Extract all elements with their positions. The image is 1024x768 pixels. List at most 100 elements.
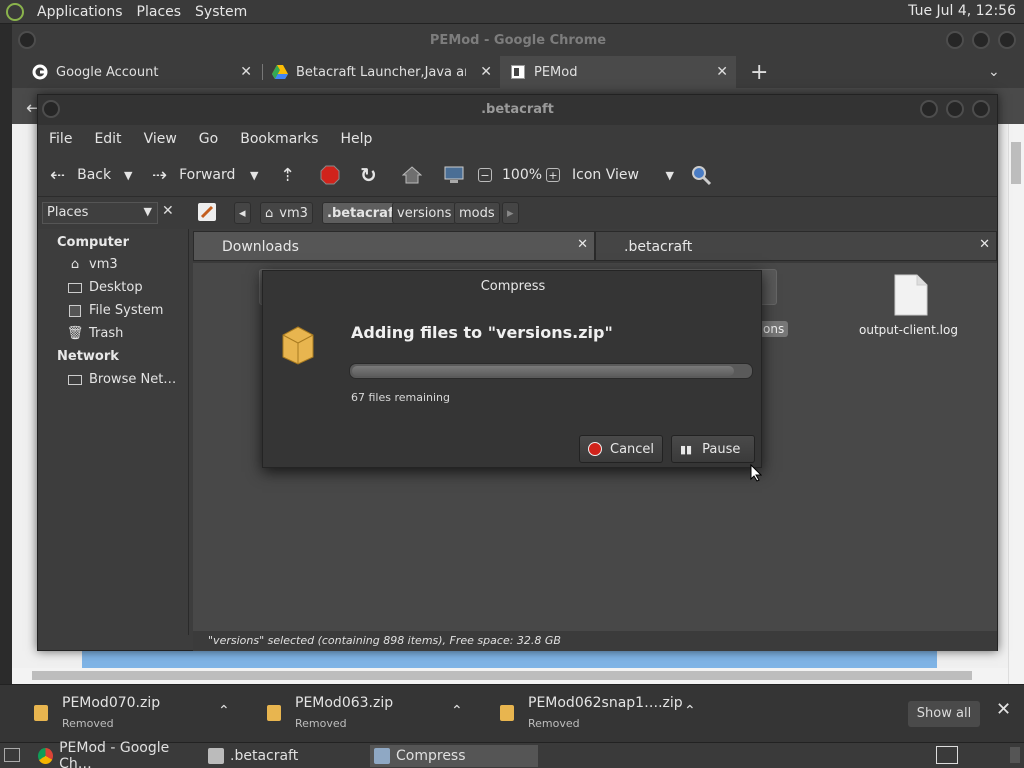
- menu-view[interactable]: View: [133, 131, 188, 147]
- location-bar: Places ▼ ✕ ◂ ⌂ vm3 .betacraft versions m…: [38, 197, 997, 229]
- forward-history-dropdown[interactable]: ▼: [250, 163, 258, 187]
- reload-icon[interactable]: ↻: [360, 163, 377, 187]
- download-item[interactable]: PEMod063.zip Removed ⌃: [233, 685, 469, 743]
- tab-betacraft-launcher[interactable]: Betacraft Launcher,Java and w ✕: [262, 56, 500, 88]
- computer-icon[interactable]: [444, 163, 464, 187]
- sidebar-item-file-system[interactable]: File System: [67, 303, 163, 318]
- sidebar-header-computer: Computer: [57, 235, 130, 250]
- download-item[interactable]: PEMod070.zip Removed ⌃: [0, 685, 236, 743]
- file-label-output-client[interactable]: output-client.log: [859, 323, 958, 337]
- close-tab-icon[interactable]: ✕: [716, 64, 728, 80]
- sidebar-header-network: Network: [57, 349, 119, 364]
- minimize-button[interactable]: [946, 31, 964, 49]
- new-tab-button[interactable]: +: [750, 60, 768, 85]
- sidebar-item-vm3[interactable]: ⌂ vm3: [67, 257, 118, 272]
- chevron-up-icon[interactable]: ⌃: [684, 703, 696, 719]
- menu-applications[interactable]: Applications: [30, 4, 130, 20]
- view-mode-label: Icon View: [572, 167, 639, 183]
- pause-button[interactable]: ▮▮ Pause: [671, 435, 755, 463]
- menu-places[interactable]: Places: [130, 4, 189, 20]
- breadcrumb-vm3[interactable]: ⌂ vm3: [260, 202, 313, 224]
- stop-icon[interactable]: [320, 163, 340, 187]
- back-history-dropdown[interactable]: ▼: [124, 163, 132, 187]
- chevron-up-icon[interactable]: ⌃: [218, 703, 230, 719]
- search-icon[interactable]: [690, 163, 712, 187]
- breadcrumb-mods[interactable]: mods: [454, 202, 500, 224]
- tab-label: Downloads: [222, 239, 299, 255]
- close-icon[interactable]: ✕: [996, 699, 1011, 720]
- menu-edit[interactable]: Edit: [83, 131, 132, 147]
- menubar: File Edit View Go Bookmarks Help: [38, 125, 997, 153]
- download-status: Removed: [295, 717, 347, 730]
- zip-file-icon: [34, 705, 48, 721]
- progress-bar: [349, 363, 753, 379]
- stop-icon: [588, 442, 602, 456]
- close-window-button[interactable]: [972, 100, 990, 118]
- sidebar-item-browse-network[interactable]: Browse Net…: [67, 372, 176, 387]
- menu-go[interactable]: Go: [188, 131, 229, 147]
- minimize-button[interactable]: [920, 100, 938, 118]
- clock[interactable]: Tue Jul 4, 12:56: [908, 3, 1016, 19]
- view-mode-select[interactable]: Icon View ▼: [572, 163, 674, 187]
- task-betacraft[interactable]: .betacraft: [204, 745, 368, 767]
- pause-icon: ▮▮: [680, 442, 693, 456]
- vertical-scroll-thumb[interactable]: [1011, 142, 1021, 184]
- close-tab-icon[interactable]: ✕: [240, 64, 252, 80]
- close-tab-icon[interactable]: ✕: [979, 237, 990, 252]
- breadcrumb-left-arrow-icon[interactable]: ◂: [234, 202, 251, 224]
- download-item[interactable]: PEMod062snap1….zip Removed ⌃: [466, 685, 702, 743]
- task-label: PEMod - Google Ch…: [59, 740, 170, 768]
- workspace-switcher[interactable]: [936, 746, 958, 764]
- task-label: .betacraft: [230, 748, 299, 764]
- breadcrumb-versions[interactable]: versions: [392, 202, 457, 224]
- forward-button[interactable]: ⇢ Forward: [152, 163, 235, 187]
- home-icon[interactable]: [402, 163, 422, 187]
- close-tab-icon[interactable]: ✕: [480, 64, 492, 80]
- tab-betacraft[interactable]: .betacraft ✕: [595, 231, 997, 261]
- close-sidebar-icon[interactable]: ✕: [162, 203, 174, 219]
- menu-bookmarks[interactable]: Bookmarks: [229, 131, 329, 147]
- mate-logo-icon[interactable]: [6, 2, 24, 21]
- tab-label: PEMod: [534, 64, 578, 80]
- horizontal-scroll-thumb[interactable]: [32, 671, 972, 680]
- file-label-selected[interactable]: ons: [759, 321, 789, 337]
- file-manager-titlebar[interactable]: .betacraft: [38, 95, 997, 125]
- chevron-up-icon[interactable]: ⌃: [451, 703, 463, 719]
- vertical-scrollbar[interactable]: [1008, 124, 1024, 684]
- up-arrow-icon[interactable]: ⇡: [280, 163, 295, 187]
- places-label: Places: [47, 205, 89, 220]
- show-desktop-icon[interactable]: [4, 748, 20, 762]
- chrome-icon: [38, 748, 54, 764]
- maximize-button[interactable]: [972, 31, 990, 49]
- zoom-in-button[interactable]: +: [546, 163, 560, 187]
- network-icon: [67, 373, 83, 387]
- sidebar-item-trash[interactable]: 🗑 Trash: [67, 326, 124, 341]
- zoom-out-icon: −: [478, 168, 492, 182]
- menu-system[interactable]: System: [188, 4, 254, 20]
- tab-downloads[interactable]: Downloads ✕: [193, 231, 595, 261]
- sidebar-places-select[interactable]: Places ▼: [42, 202, 158, 224]
- trash-applet[interactable]: [1010, 747, 1020, 763]
- close-window-button[interactable]: [998, 31, 1016, 49]
- download-name: PEMod062snap1….zip: [528, 695, 683, 711]
- close-tab-icon[interactable]: ✕: [577, 237, 588, 252]
- cancel-button[interactable]: Cancel: [579, 435, 664, 463]
- menu-file[interactable]: File: [38, 131, 83, 147]
- edit-location-icon[interactable]: [198, 203, 216, 221]
- back-button[interactable]: ⇠ Back: [50, 163, 111, 187]
- task-chrome[interactable]: PEMod - Google Ch…: [34, 740, 202, 768]
- tab-search-chevron-icon[interactable]: ⌄: [988, 64, 1000, 80]
- task-compress[interactable]: Compress: [370, 745, 538, 767]
- menu-help[interactable]: Help: [329, 131, 383, 147]
- tab-pemod[interactable]: PEMod ✕: [500, 56, 736, 88]
- text-file-icon[interactable]: [893, 273, 929, 317]
- show-all-button[interactable]: Show all: [908, 701, 980, 727]
- sidebar-item-desktop[interactable]: Desktop: [67, 280, 143, 295]
- breadcrumb-right-arrow-icon[interactable]: ▸: [502, 202, 519, 224]
- tab-google-account[interactable]: Google Account ✕: [22, 56, 260, 88]
- chrome-titlebar[interactable]: PEMod - Google Chrome: [12, 24, 1024, 56]
- zoom-out-button[interactable]: − 100%: [478, 163, 542, 187]
- zip-file-icon: [500, 705, 514, 721]
- archive-icon: [374, 748, 390, 764]
- maximize-button[interactable]: [946, 100, 964, 118]
